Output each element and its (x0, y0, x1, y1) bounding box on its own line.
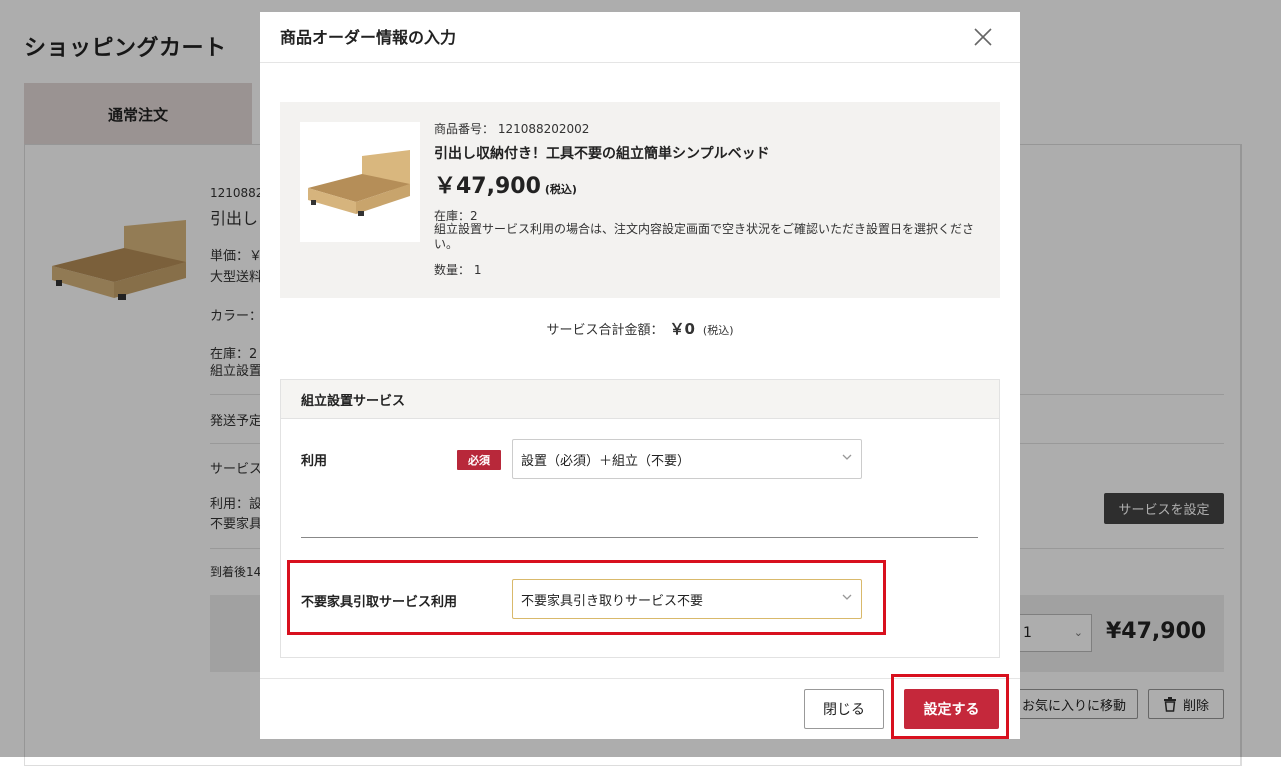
divider (301, 537, 978, 538)
usage-label: 利用 (301, 454, 328, 469)
modal-title: 商品オーダー情報の入力 (280, 28, 457, 47)
product-summary: 商品番号： 121088202002 引出し収納付き！工具不要の組立簡単シンプル… (280, 102, 1000, 298)
product-number: 商品番号： 121088202002 (434, 122, 590, 136)
required-badge: 必須 (457, 450, 501, 470)
close-button[interactable]: 閉じる (804, 689, 884, 729)
assembly-service-header: 組立設置サービス (281, 380, 999, 419)
highlight-frame (287, 560, 886, 635)
service-total-label: サービス合計金額： (546, 323, 664, 338)
service-total-amount: ￥0 (669, 320, 695, 338)
product-note: 組立設置サービス利用の場合は、注文内容設定画面で空き状況をご確認いただき設置日を… (434, 222, 975, 251)
modal-header: 商品オーダー情報の入力 (260, 12, 1020, 63)
usage-select-value: 設置（必須）＋組立（不要） (521, 453, 691, 469)
product-quantity: 数量： 1 (434, 263, 482, 277)
product-price-block: ￥47,900 (税込) (434, 168, 577, 200)
order-info-modal: 商品オーダー情報の入力 商品番号： 121088202002 引出し収納付き！工… (260, 12, 1020, 739)
product-image (300, 122, 420, 242)
service-total-tax: (税込) (702, 324, 734, 337)
highlight-frame (891, 674, 1009, 739)
close-icon[interactable] (970, 24, 996, 50)
assembly-service-title: 組立設置サービス (301, 394, 406, 409)
usage-select[interactable]: 設置（必須）＋組立（不要） (512, 439, 862, 479)
chevron-down-icon (842, 454, 852, 460)
product-price: ￥47,900 (434, 174, 541, 199)
product-price-tax: (税込) (544, 183, 577, 196)
product-name: 引出し収納付き！工具不要の組立簡単シンプルベッド (434, 146, 770, 162)
service-total: サービス合計金額： ￥0 (税込) (260, 318, 1020, 339)
